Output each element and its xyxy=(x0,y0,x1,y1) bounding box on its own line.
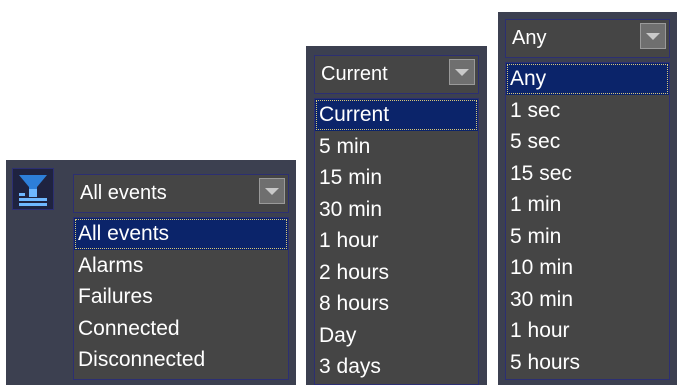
events-filter-dropdown-button[interactable] xyxy=(259,178,285,204)
list-item[interactable]: 5 min xyxy=(315,131,478,163)
interval-combo[interactable]: Any xyxy=(505,19,670,58)
chevron-down-icon xyxy=(646,32,660,40)
time-range-selected: Current xyxy=(321,63,388,85)
list-item[interactable]: 10 min xyxy=(506,252,669,284)
list-item[interactable]: 2 hours xyxy=(315,257,478,289)
list-item[interactable]: Any xyxy=(506,63,669,95)
list-item[interactable]: 5 sec xyxy=(506,126,669,158)
list-item[interactable]: Connected xyxy=(74,313,288,345)
events-filter-panel: All events All events Alarms Failures Co… xyxy=(6,160,296,385)
list-item[interactable]: 1 hour xyxy=(315,225,478,257)
list-item[interactable]: Failures xyxy=(74,281,288,313)
filter-icon[interactable] xyxy=(12,168,54,210)
interval-list: Any 1 sec 5 sec 15 sec 1 min 5 min 10 mi… xyxy=(505,62,670,380)
list-item[interactable]: 5 min xyxy=(506,221,669,253)
list-item[interactable]: Disconnected xyxy=(74,344,288,376)
events-filter-selected: All events xyxy=(80,182,167,204)
time-range-dropdown-button[interactable] xyxy=(449,59,475,85)
list-item[interactable]: 15 sec xyxy=(506,158,669,190)
list-item[interactable]: 1 min xyxy=(506,189,669,221)
interval-panel: Any Any 1 sec 5 sec 15 sec 1 min 5 min 1… xyxy=(498,12,677,385)
events-filter-combo[interactable]: All events xyxy=(73,174,289,213)
time-range-panel: Current Current 5 min 15 min 30 min 1 ho… xyxy=(306,46,487,385)
events-filter-list: All events Alarms Failures Connected Dis… xyxy=(73,217,289,380)
time-range-combo[interactable]: Current xyxy=(314,55,479,94)
list-item[interactable]: 30 min xyxy=(315,194,478,226)
list-item[interactable]: 15 min xyxy=(315,162,478,194)
time-range-list: Current 5 min 15 min 30 min 1 hour 2 hou… xyxy=(314,98,479,385)
list-item[interactable]: Alarms xyxy=(74,250,288,282)
list-item[interactable]: 30 min xyxy=(506,284,669,316)
list-item[interactable]: 3 days xyxy=(315,351,478,383)
list-item[interactable]: 8 hours xyxy=(315,288,478,320)
list-item[interactable]: Current xyxy=(315,99,478,131)
chevron-down-icon xyxy=(265,187,279,195)
interval-selected: Any xyxy=(512,27,547,49)
interval-dropdown-button[interactable] xyxy=(640,23,666,49)
list-item[interactable]: Day xyxy=(315,320,478,352)
list-item[interactable]: 5 hours xyxy=(506,347,669,379)
list-item[interactable]: 1 hour xyxy=(506,315,669,347)
chevron-down-icon xyxy=(455,68,469,76)
list-item[interactable]: 1 sec xyxy=(506,95,669,127)
list-item[interactable]: All events xyxy=(74,218,288,250)
